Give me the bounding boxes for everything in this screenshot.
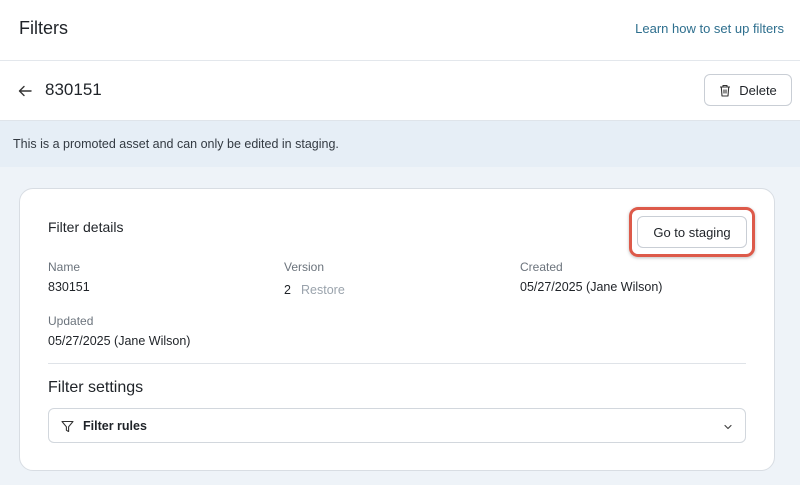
- filter-details-card: Filter details Go to staging Name 830151…: [19, 188, 775, 471]
- name-label: Name: [48, 260, 81, 274]
- created-value: 05/27/2025 (Jane Wilson): [520, 280, 663, 294]
- restore-link[interactable]: Restore: [301, 283, 345, 297]
- name-value: 830151: [48, 280, 90, 294]
- arrow-left-icon: [18, 85, 32, 97]
- go-to-staging-button[interactable]: Go to staging: [637, 216, 747, 248]
- page: Filters Learn how to set up filters 8301…: [0, 0, 800, 485]
- divider: [48, 363, 746, 364]
- filter-rules-label: Filter rules: [83, 419, 147, 433]
- settings-title: Filter settings: [48, 379, 144, 396]
- asset-id: 830151: [45, 80, 102, 99]
- banner-message: This is a promoted asset and can only be…: [13, 137, 339, 151]
- info-banner: This is a promoted asset and can only be…: [0, 121, 800, 167]
- version-label: Version: [284, 260, 325, 274]
- asset-header: 830151 Delete: [0, 61, 800, 121]
- version-value: 2: [284, 283, 291, 297]
- delete-label: Delete: [739, 82, 777, 98]
- funnel-icon: [61, 420, 74, 433]
- filter-rules-accordion[interactable]: Filter rules: [48, 408, 746, 443]
- created-label: Created: [520, 260, 563, 274]
- card-title: Filter details: [48, 219, 124, 235]
- chevron-down-icon: [724, 424, 732, 430]
- back-button[interactable]: [14, 80, 36, 102]
- trash-icon: [720, 84, 731, 97]
- updated-label: Updated: [48, 314, 94, 328]
- page-title: Filters: [19, 18, 68, 38]
- updated-value: 05/27/2025 (Jane Wilson): [48, 334, 191, 348]
- top-header: Filters Learn how to set up filters: [0, 0, 800, 61]
- delete-button[interactable]: Delete: [704, 74, 792, 106]
- help-link[interactable]: Learn how to set up filters: [635, 21, 784, 36]
